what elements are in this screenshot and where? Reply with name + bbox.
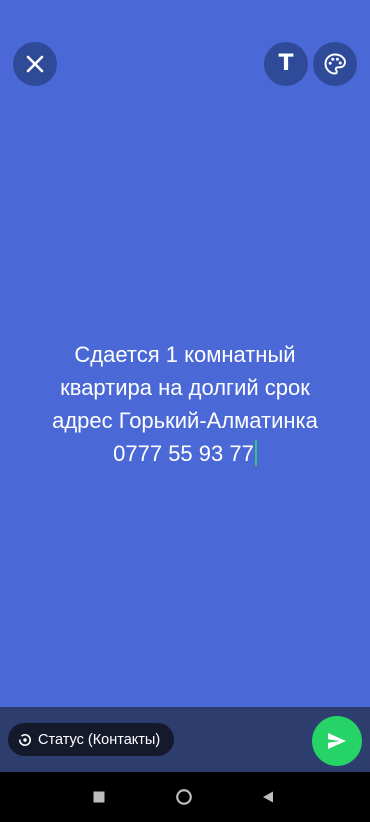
status-text-line: квартира на долгий срок	[60, 375, 310, 400]
status-text-editor[interactable]: Сдается 1 комнатный квартира на долгий с…	[10, 338, 360, 470]
status-ring-icon	[18, 733, 32, 747]
status-audience-label: Статус (Контакты)	[38, 731, 161, 748]
send-icon	[328, 733, 346, 749]
palette-icon	[324, 53, 346, 75]
close-button[interactable]	[13, 42, 57, 86]
square-icon	[93, 791, 105, 803]
text-tool-label: T	[278, 51, 294, 76]
palette-button[interactable]	[313, 42, 357, 86]
circle-icon	[176, 789, 192, 805]
compose-footer: Статус (Контакты)	[0, 707, 370, 772]
send-button[interactable]	[312, 716, 362, 766]
status-text-line: 0777 55 93 77	[113, 441, 254, 466]
back-button[interactable]	[259, 788, 277, 806]
close-icon	[26, 55, 44, 73]
status-compose-screen: T Сдается 1 комнатный квартира на долгий…	[0, 0, 370, 822]
status-text-line: Сдается 1 комнатный	[74, 342, 296, 367]
recents-button[interactable]	[90, 788, 108, 806]
home-button[interactable]	[175, 788, 193, 806]
text-caret	[254, 440, 257, 466]
triangle-back-icon	[263, 791, 273, 803]
status-audience-chip[interactable]: Статус (Контакты)	[8, 723, 175, 756]
system-navigation-bar	[0, 772, 370, 822]
text-style-button[interactable]: T	[264, 42, 308, 86]
status-text-line: адрес Горький-Алматинка	[52, 408, 318, 433]
